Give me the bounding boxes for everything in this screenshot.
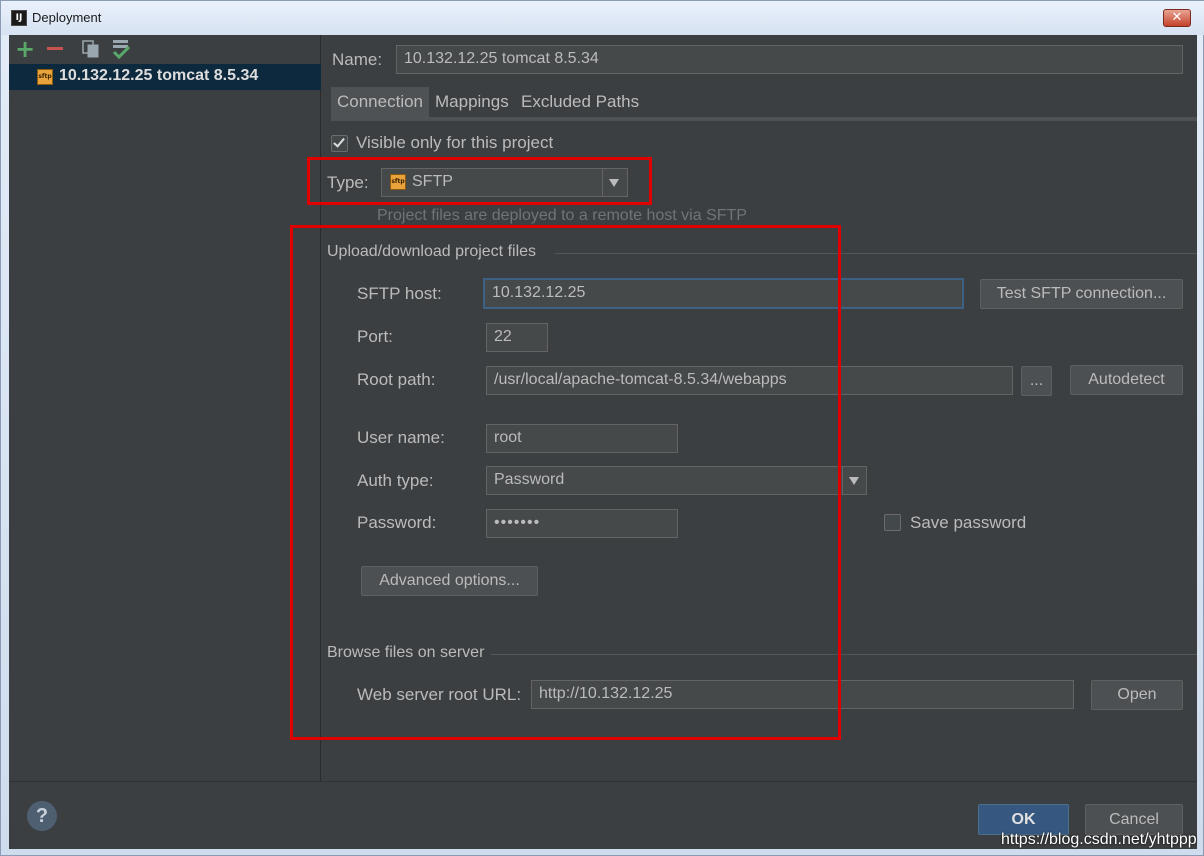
copy-icon[interactable]: [81, 39, 101, 59]
title-bar: IJ Deployment ✕: [1, 1, 1204, 35]
footer-divider: [9, 781, 1197, 782]
checkmark-icon: [333, 135, 345, 148]
help-button[interactable]: ?: [27, 801, 57, 831]
tab-excluded-paths[interactable]: Excluded Paths: [515, 87, 645, 117]
tab-connection[interactable]: Connection: [331, 87, 430, 117]
type-hint: Project files are deployed to a remote h…: [377, 207, 747, 224]
intellij-app-icon: IJ: [11, 10, 27, 26]
sftp-icon: sftp: [37, 69, 53, 85]
name-field[interactable]: 10.132.12.25 tomcat 8.5.34: [396, 45, 1183, 74]
tab-mappings[interactable]: Mappings: [429, 87, 515, 117]
close-window-button[interactable]: ✕: [1163, 9, 1191, 27]
type-highlight-box: [307, 157, 652, 205]
save-password-checkbox[interactable]: [884, 514, 901, 531]
window-title: Deployment: [32, 10, 102, 25]
open-button[interactable]: Open: [1091, 680, 1183, 710]
server-list-pane: + sftp 10.132.12.25 tomcat 8.5.34: [9, 35, 321, 781]
save-password-label: Save password: [910, 513, 1027, 532]
browse-path-button[interactable]: ...: [1021, 366, 1052, 396]
remove-icon[interactable]: [47, 47, 63, 50]
dialog-client-area: + sftp 10.132.12.25 tomcat 8.5.34 Name: …: [9, 35, 1197, 849]
chevron-down-icon: [849, 477, 859, 485]
visible-only-label: Visible only for this project: [356, 133, 554, 152]
name-label: Name:: [332, 50, 383, 69]
test-connection-button[interactable]: Test SFTP connection...: [980, 279, 1183, 309]
window-frame: IJ Deployment ✕ + sftp 10.132.12.25 tomc…: [0, 0, 1204, 856]
upload-highlight-box: [290, 225, 841, 740]
autodetect-button[interactable]: Autodetect: [1070, 365, 1183, 395]
watermark: https://blog.csdn.net/yhtppp: [1001, 831, 1197, 848]
server-list-item-label: 10.132.12.25 tomcat 8.5.34: [59, 67, 259, 84]
add-icon[interactable]: +: [15, 37, 35, 61]
visible-only-checkbox[interactable]: [331, 135, 348, 152]
combo-divider: [842, 467, 843, 494]
server-list-item[interactable]: sftp 10.132.12.25 tomcat 8.5.34: [9, 64, 321, 90]
tab-underline: [331, 117, 1197, 121]
set-default-icon[interactable]: [111, 39, 131, 60]
